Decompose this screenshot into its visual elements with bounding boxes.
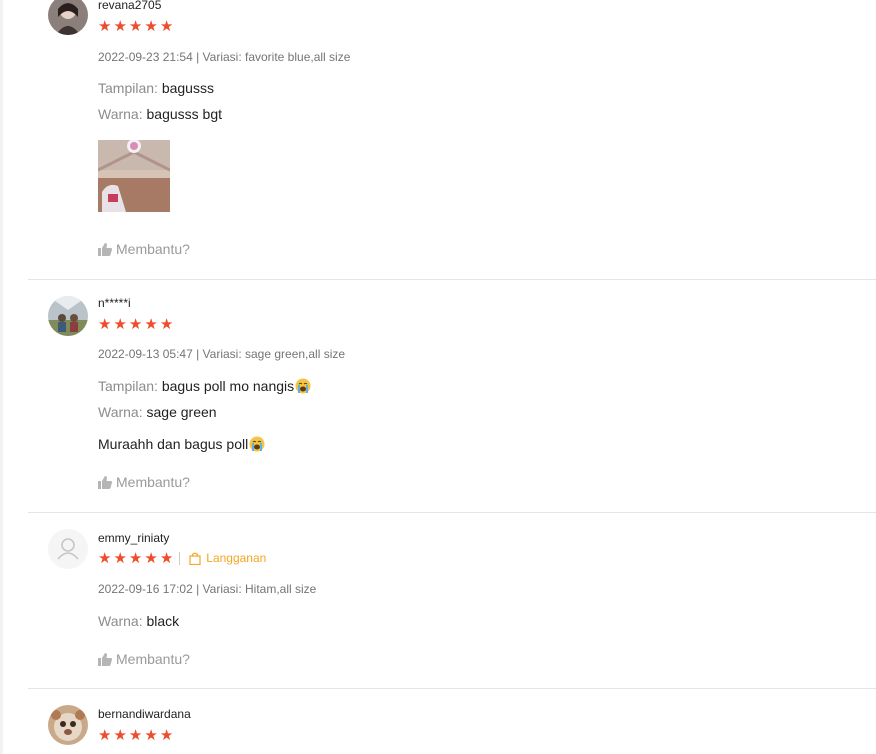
username[interactable]: n*****i [98, 296, 131, 310]
star-icon: ★ [128, 726, 143, 744]
attr-value: bagusss [161, 80, 214, 96]
attr-label: Warna: [98, 404, 143, 420]
star-icon: ★ [128, 549, 143, 567]
star-icon: ★ [159, 549, 174, 567]
star-icon: ★ [159, 726, 174, 744]
star-icon: ★ [144, 315, 158, 333]
star-icon: ★ [128, 315, 143, 333]
attr-label: Tampilan: [98, 80, 158, 96]
review-comment: Muraahh dan bagus poll [98, 436, 265, 452]
thumbs-up-icon [98, 475, 112, 489]
attr-value: bagus poll mo nangis [161, 378, 295, 394]
comment-text: Muraahh dan bagus poll [98, 436, 249, 452]
username[interactable]: emmy_riniaty [98, 531, 169, 545]
badge-label: Langganan [206, 551, 267, 565]
review-item: bernandiwardana ★ ★ ★ ★ ★ [28, 689, 876, 754]
rating-stars: ★ ★ ★ ★ ★ [98, 727, 175, 743]
star-icon: ★ [113, 726, 127, 744]
attr-label: Warna: [98, 613, 143, 629]
star-icon: ★ [144, 549, 158, 567]
avatar[interactable] [48, 296, 88, 336]
star-icon: ★ [98, 549, 112, 567]
avatar[interactable] [48, 0, 88, 35]
star-icon: ★ [128, 17, 143, 35]
star-icon: ★ [113, 315, 127, 333]
review-item: revana2705 ★ ★ ★ ★ ★ 2022-09-23 21:54 | Vari… [28, 0, 876, 279]
username[interactable]: revana2705 [98, 0, 161, 12]
helpful-label: Membantu? [116, 474, 190, 490]
star-icon: ★ [113, 549, 127, 567]
star-icon: ★ [144, 17, 158, 35]
attr-value: sage green [146, 404, 217, 420]
attr-label: Tampilan: [98, 378, 158, 394]
helpful-button[interactable]: Membantu? [98, 474, 190, 490]
left-border [0, 0, 3, 754]
rating-stars: ★ ★ ★ ★ ★ [98, 18, 175, 34]
star-icon: ★ [98, 726, 112, 744]
attr-label: Warna: [98, 106, 143, 122]
star-icon: ★ [159, 17, 174, 35]
star-icon: ★ [98, 17, 112, 35]
attr-value: bagusss bgt [146, 106, 223, 122]
attr-warna: Warna: bagusss bgt [98, 106, 222, 122]
star-icon: ★ [113, 17, 127, 35]
review-meta: 2022-09-16 17:02 | Variasi: Hitam,all si… [98, 582, 317, 596]
review-meta: 2022-09-23 21:54 | Variasi: favorite blu… [98, 50, 351, 64]
star-icon: ★ [144, 726, 158, 744]
helpful-button[interactable]: Membantu? [98, 241, 190, 257]
rating-stars: ★ ★ ★ ★ ★ [98, 316, 175, 332]
helpful-label: Membantu? [116, 241, 190, 257]
attr-warna: Warna: black [98, 613, 179, 629]
username[interactable]: bernandiwardana [98, 707, 191, 721]
attr-warna: Warna: sage green [98, 404, 217, 420]
thumbs-up-icon [98, 242, 112, 256]
star-icon: ★ [98, 315, 112, 333]
star-icon: ★ [159, 315, 174, 333]
crying-face-emoji [295, 378, 311, 394]
avatar[interactable] [48, 529, 88, 569]
avatar[interactable] [48, 705, 88, 745]
helpful-button[interactable]: Membantu? [98, 651, 190, 667]
rating-stars: ★ ★ ★ ★ ★ Langganan [98, 550, 266, 566]
divider [179, 551, 181, 565]
crying-face-emoji [249, 436, 265, 452]
helpful-label: Membantu? [116, 651, 190, 667]
review-item: emmy_riniaty ★ ★ ★ ★ ★ Langganan 2022-09-16 … [28, 513, 876, 688]
thumbs-up-icon [98, 652, 112, 666]
shopping-bag-icon [189, 552, 201, 565]
attr-value: black [146, 613, 180, 629]
review-meta: 2022-09-13 05:47 | Variasi: sage green,a… [98, 347, 346, 361]
review-item: n*****i ★ ★ ★ ★ ★ 2022-09-13 05:47 | Variasi… [28, 280, 876, 512]
attr-tampilan: Tampilan: bagus poll mo nangis [98, 378, 311, 394]
review-photo[interactable] [98, 140, 170, 212]
subscriber-badge: Langganan [189, 551, 266, 565]
attr-tampilan: Tampilan: bagusss [98, 80, 214, 96]
